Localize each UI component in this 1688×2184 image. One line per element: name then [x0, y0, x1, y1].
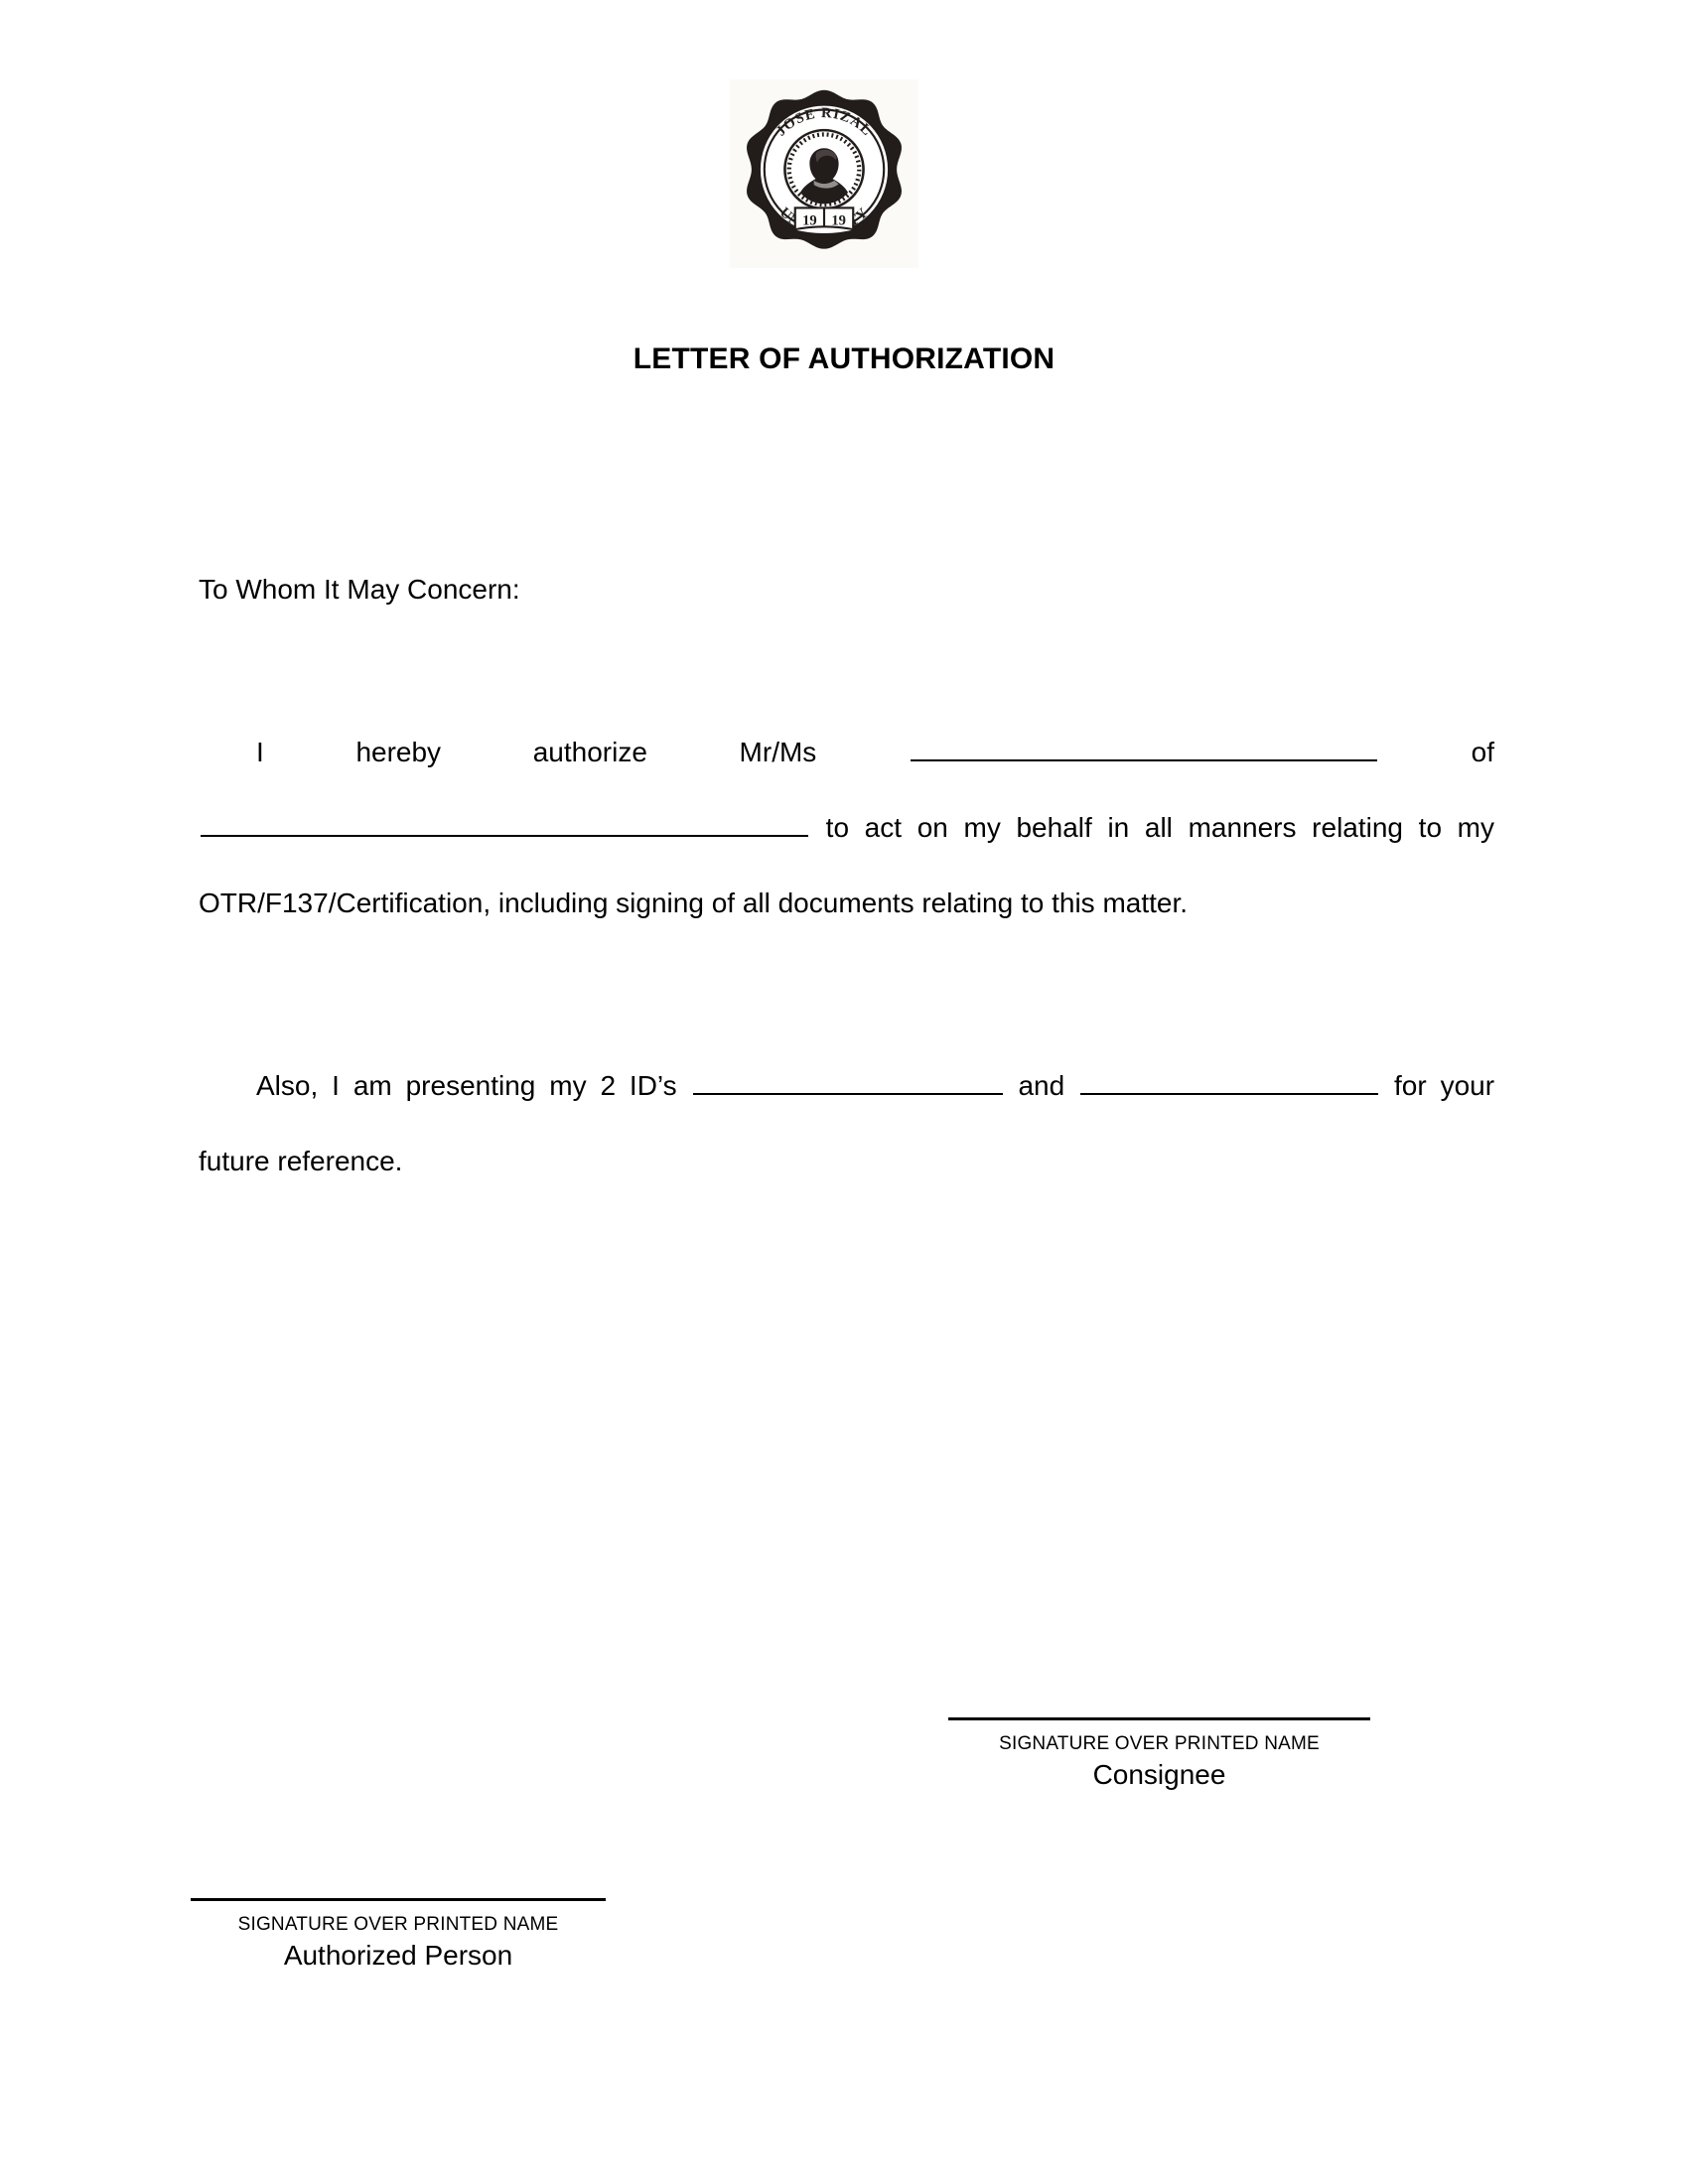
signature-block-authorized-person: SIGNATURE OVER PRINTED NAME Authorized P… [191, 1898, 606, 1972]
authorized-person-address-blank[interactable] [201, 809, 808, 837]
signature-line[interactable] [948, 1717, 1370, 1720]
ids-text-and: and [1018, 1070, 1065, 1101]
first-id-blank[interactable] [692, 1067, 1003, 1095]
signature-role: Authorized Person [283, 1940, 513, 1971]
salutation: To Whom It May Concern: [199, 574, 520, 605]
second-id-blank[interactable] [1080, 1067, 1379, 1095]
authorize-text-of: of [1471, 737, 1495, 767]
authorize-text-lead: I hereby authorize Mr/Ms [256, 737, 817, 767]
signature-line[interactable] [191, 1898, 606, 1901]
document-page: JOSE RIZAL UNIVERSITY [0, 0, 1688, 2184]
signature-role: Consignee [1092, 1759, 1226, 1790]
signature-caption: SIGNATURE OVER PRINTED NAME [237, 1914, 559, 1935]
identification-paragraph: Also, I am presenting my 2 ID’s and for … [199, 1048, 1494, 1199]
jose-rizal-university-seal-icon: JOSE RIZAL UNIVERSITY [739, 88, 910, 259]
letter-body: To Whom It May Concern: I hereby authori… [199, 576, 1494, 1199]
university-seal-logo: JOSE RIZAL UNIVERSITY [730, 79, 918, 268]
signature-block-consignee: SIGNATURE OVER PRINTED NAME Consignee [948, 1717, 1370, 1791]
authorization-paragraph: I hereby authorize Mr/Ms of to act on my… [199, 715, 1494, 941]
ids-text-lead: Also, I am presenting my 2 ID’s [256, 1070, 677, 1101]
signature-caption: SIGNATURE OVER PRINTED NAME [999, 1733, 1320, 1754]
authorized-person-name-blank[interactable] [910, 734, 1377, 761]
document-title: LETTER OF AUTHORIZATION [633, 342, 1055, 375]
